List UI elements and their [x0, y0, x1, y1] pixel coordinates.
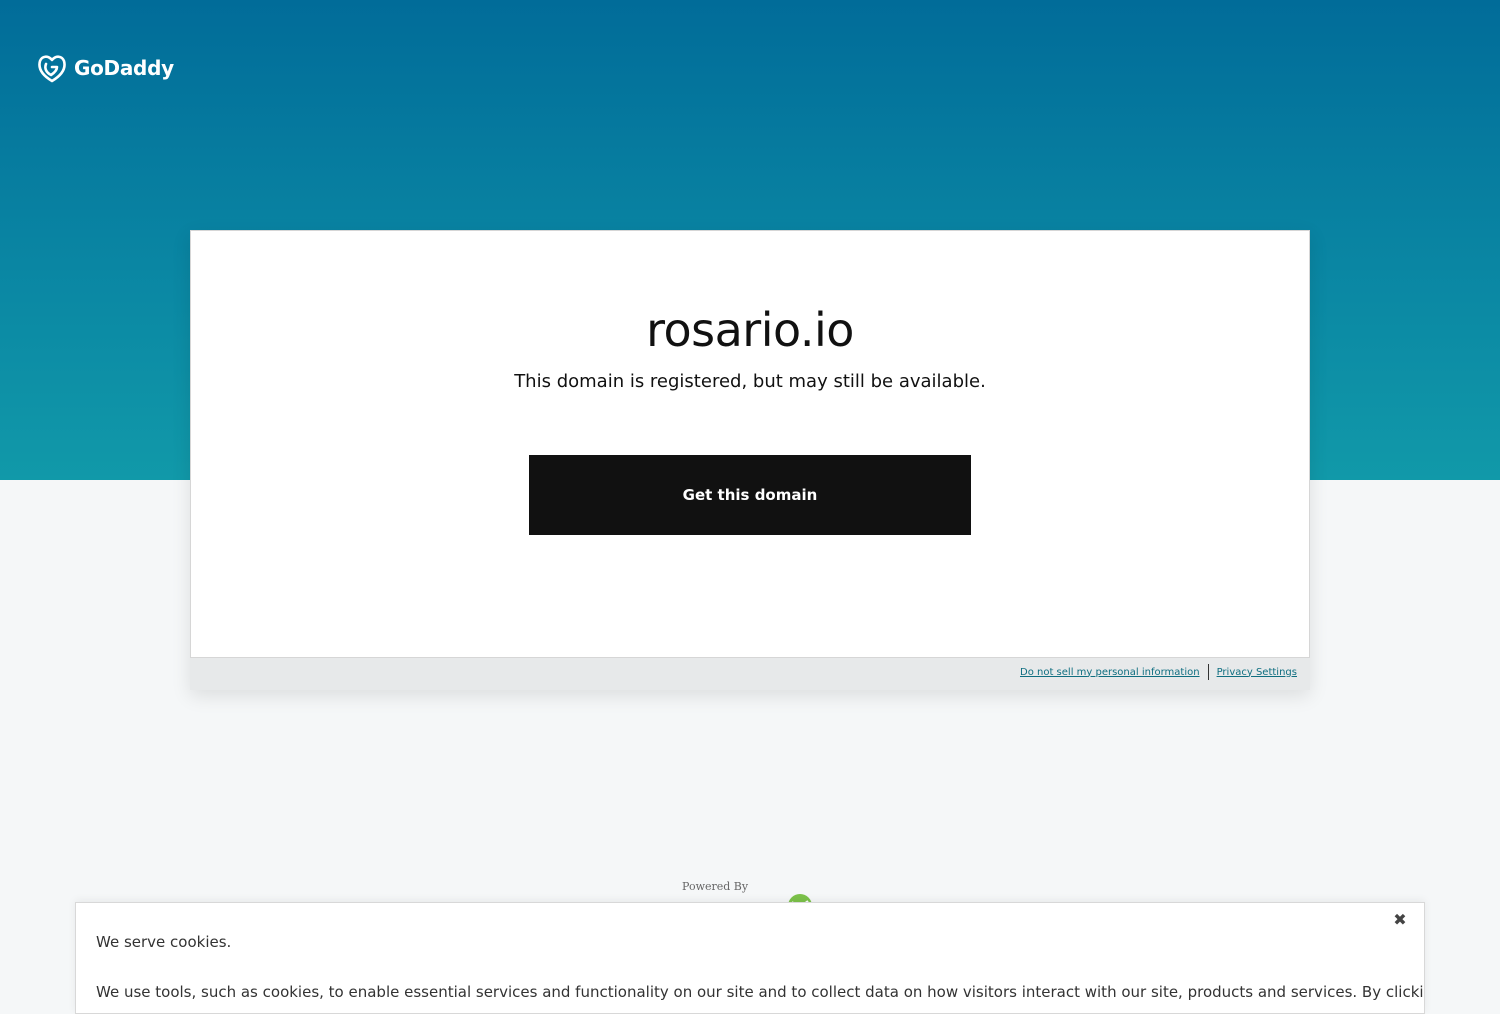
logo-wordmark: GoDaddy: [74, 56, 174, 80]
cookie-banner: ✖ We serve cookies. We use tools, such a…: [75, 902, 1425, 1014]
close-icon[interactable]: ✖: [1390, 911, 1410, 931]
privacy-settings-link[interactable]: Privacy Settings: [1217, 667, 1297, 678]
godaddy-logo-icon: [38, 55, 66, 83]
get-domain-button[interactable]: Get this domain: [529, 455, 971, 535]
footer-divider: [1207, 664, 1209, 680]
domain-status-text: This domain is registered, but may still…: [514, 371, 986, 392]
domain-card: rosario.io This domain is registered, bu…: [190, 230, 1310, 658]
cookie-body: We use tools, such as cookies, to enable…: [96, 983, 1425, 1001]
footer-links: Do not sell my personal information Priv…: [1020, 662, 1297, 682]
godaddy-logo[interactable]: GoDaddy: [36, 53, 174, 83]
do-not-sell-link[interactable]: Do not sell my personal information: [1020, 667, 1200, 678]
domain-title: rosario.io: [646, 303, 854, 357]
cookie-title: We serve cookies.: [96, 933, 232, 951]
